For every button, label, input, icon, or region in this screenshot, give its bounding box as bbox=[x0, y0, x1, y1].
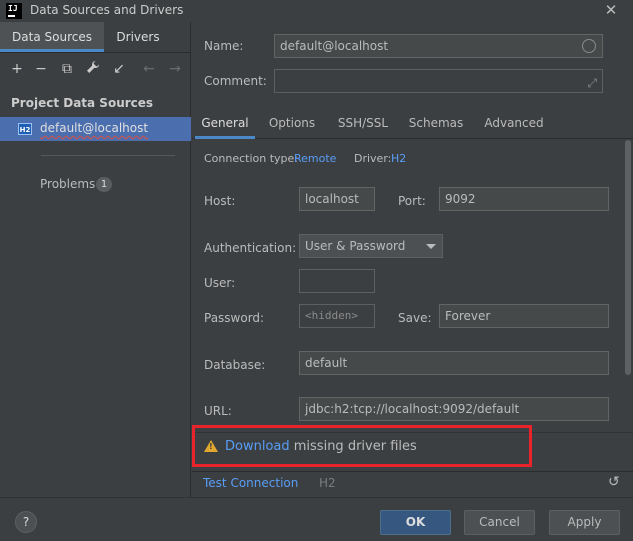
driver-label: Driver: bbox=[354, 152, 392, 165]
tab-advanced[interactable]: Advanced bbox=[482, 110, 546, 139]
tab-ssh-ssl[interactable]: SSH/SSL bbox=[332, 110, 394, 139]
database-input[interactable]: default bbox=[299, 351, 609, 375]
title-bar: IJ Data Sources and Drivers ✕ bbox=[0, 0, 633, 22]
tab-schemas[interactable]: Schemas bbox=[405, 110, 467, 139]
comment-input[interactable]: ⤢ bbox=[274, 69, 603, 93]
comment-label: Comment: bbox=[204, 74, 267, 88]
back-arrow-icon[interactable]: ← bbox=[140, 60, 158, 78]
warning-icon: ! bbox=[204, 440, 218, 452]
tab-drivers[interactable]: Drivers bbox=[104, 22, 172, 52]
name-input[interactable]: default@localhost bbox=[274, 34, 603, 58]
forward-arrow-icon[interactable]: → bbox=[166, 60, 184, 78]
host-label: Host: bbox=[204, 194, 236, 208]
wrench-glyph bbox=[87, 61, 99, 73]
download-link[interactable]: Download bbox=[225, 439, 290, 454]
warning-row: ! Download missing driver files bbox=[192, 432, 633, 460]
settings-tabs: General Options SSH/SSL Schemas Advanced bbox=[192, 110, 633, 139]
chevron-down-icon bbox=[426, 244, 436, 249]
remove-icon[interactable]: − bbox=[32, 60, 50, 78]
section-title: Project Data Sources bbox=[11, 96, 154, 110]
apply-button[interactable]: Apply bbox=[549, 510, 620, 535]
tab-data-sources[interactable]: Data Sources bbox=[0, 22, 104, 52]
url-label: URL: bbox=[204, 404, 232, 418]
password-label: Password: bbox=[204, 311, 265, 325]
scrollbar[interactable] bbox=[625, 140, 631, 375]
data-source-item[interactable]: H2 default@localhost bbox=[0, 117, 191, 141]
divider bbox=[0, 52, 191, 53]
tab-options[interactable]: Options bbox=[264, 110, 320, 139]
user-label: User: bbox=[204, 276, 236, 290]
warning-message: Download missing driver files bbox=[225, 439, 417, 454]
revert-icon[interactable]: ↺ bbox=[608, 474, 620, 490]
url-input[interactable]: jdbc:h2:tcp://localhost:9092/default bbox=[299, 397, 609, 421]
host-input[interactable]: localhost bbox=[299, 187, 375, 211]
intellij-logo-icon: IJ bbox=[6, 3, 22, 19]
cancel-button[interactable]: Cancel bbox=[464, 510, 535, 535]
authentication-label: Authentication: bbox=[204, 241, 297, 255]
tab-general[interactable]: General bbox=[195, 110, 255, 139]
expand-icon[interactable]: ⤢ bbox=[587, 72, 597, 92]
duplicate-icon[interactable]: ⧉ bbox=[58, 60, 76, 78]
data-source-label: default@localhost bbox=[40, 121, 149, 135]
add-icon[interactable]: + bbox=[8, 60, 26, 78]
user-input[interactable] bbox=[299, 269, 375, 293]
save-label: Save: bbox=[398, 311, 432, 325]
test-connection-link[interactable]: Test Connection bbox=[203, 476, 298, 490]
help-button[interactable]: ? bbox=[15, 511, 37, 533]
warning-text: missing driver files bbox=[289, 439, 417, 454]
database-label: Database: bbox=[204, 358, 266, 372]
h2-database-icon: H2 bbox=[18, 123, 32, 135]
problems-count-badge: 1 bbox=[96, 177, 112, 192]
divider bbox=[41, 155, 175, 156]
dialog-buttons: ? OK Cancel Apply bbox=[0, 497, 633, 541]
ok-button[interactable]: OK bbox=[380, 510, 451, 535]
close-icon[interactable]: ✕ bbox=[603, 1, 619, 19]
left-panel: Data Sources Drivers + − ⧉ ↙ ← → Project… bbox=[0, 22, 191, 497]
wrench-icon[interactable] bbox=[84, 60, 102, 78]
import-icon[interactable]: ↙ bbox=[110, 60, 128, 78]
test-connection-row: Test Connection H2 ↺ bbox=[192, 471, 633, 495]
driver-link[interactable]: H2 bbox=[391, 152, 406, 165]
connection-type-label: Connection type: bbox=[204, 152, 299, 165]
test-driver-label: H2 bbox=[319, 476, 336, 490]
connection-type-link[interactable]: Remote bbox=[294, 152, 336, 165]
name-label: Name: bbox=[204, 39, 244, 53]
save-select[interactable]: Forever bbox=[439, 304, 609, 328]
authentication-value: User & Password bbox=[305, 239, 406, 253]
port-label: Port: bbox=[398, 194, 426, 208]
problems-item[interactable]: Problems bbox=[40, 177, 95, 191]
authentication-select[interactable]: User & Password bbox=[299, 234, 443, 258]
password-input[interactable]: <hidden> bbox=[299, 304, 375, 328]
port-input[interactable]: 9092 bbox=[439, 187, 609, 211]
window-title: Data Sources and Drivers bbox=[30, 3, 184, 17]
name-value: default@localhost bbox=[280, 39, 389, 53]
color-circle-icon[interactable] bbox=[582, 39, 596, 53]
right-panel: Name: default@localhost Comment: ⤢ Gener… bbox=[192, 22, 633, 497]
